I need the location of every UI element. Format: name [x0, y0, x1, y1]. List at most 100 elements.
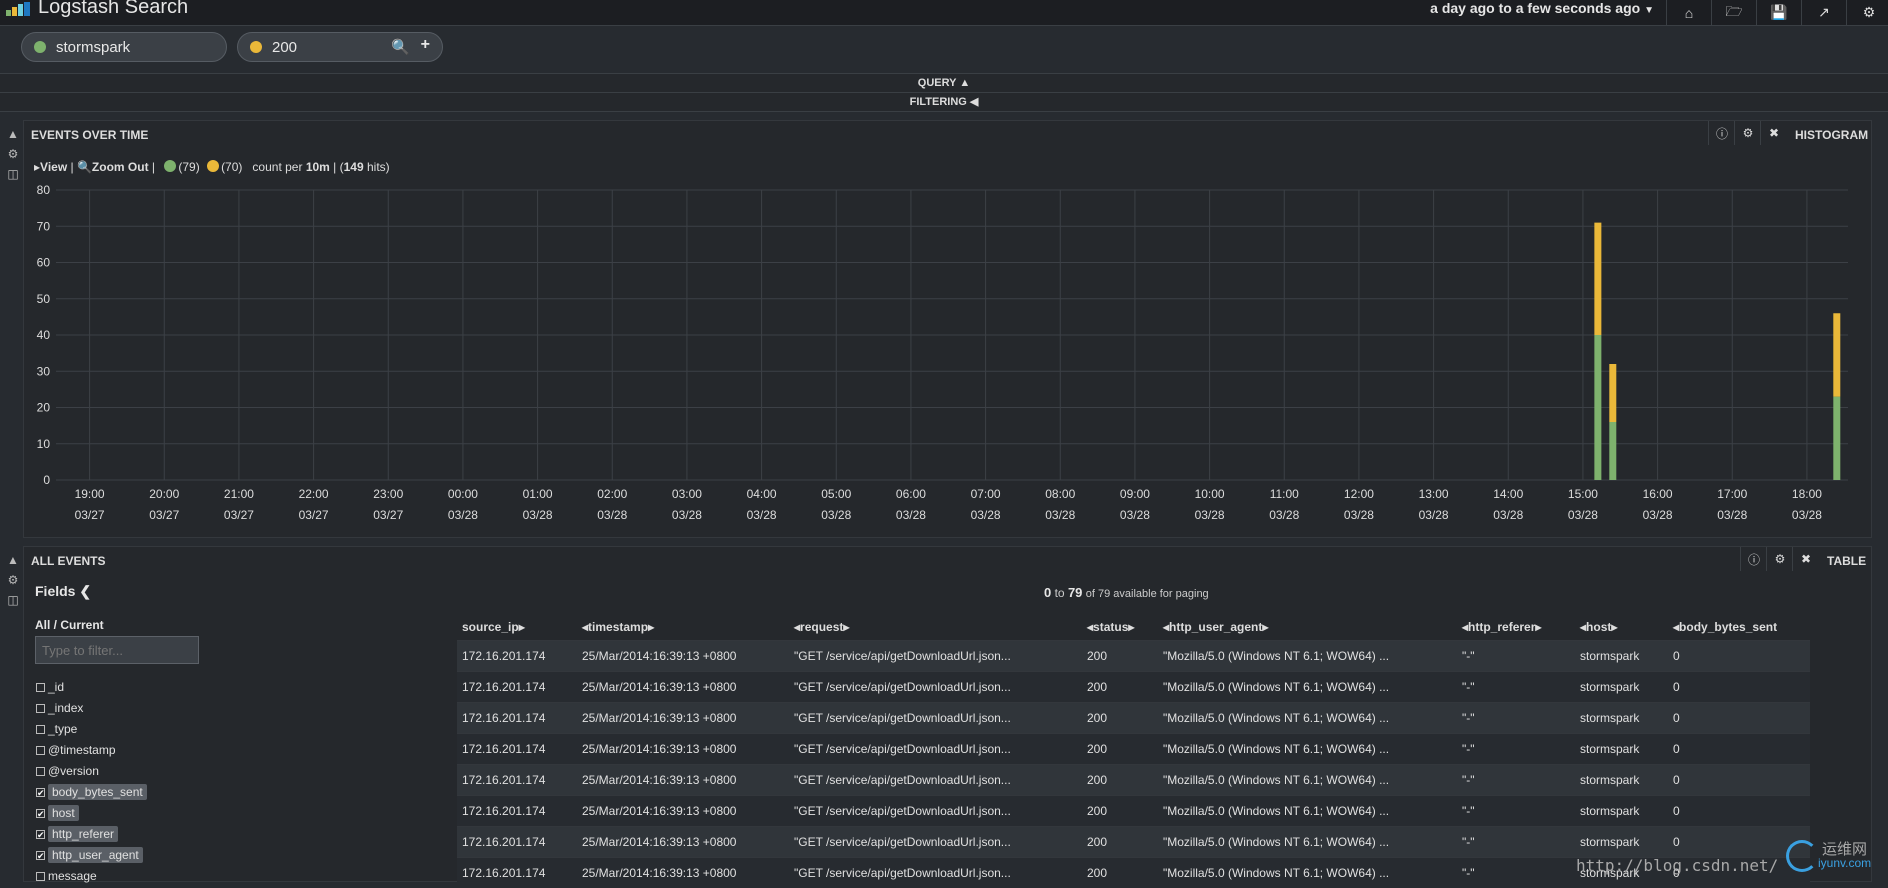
checkbox-checked-icon[interactable]: ✔ [36, 851, 45, 860]
x-tick-label: 13:00 [1419, 487, 1449, 501]
filtering-toggle[interactable]: FILTERING ◀ [0, 92, 1888, 112]
field-name[interactable]: _index [48, 701, 83, 715]
panel-settings-icon[interactable]: ⚙ [1766, 547, 1793, 571]
field-name[interactable]: http_referer [48, 826, 118, 842]
close-panel-icon[interactable]: ✖ [1760, 121, 1787, 145]
field-filter-input[interactable] [35, 636, 199, 664]
checkbox-icon[interactable] [36, 683, 45, 692]
move-right-icon[interactable]: ▸ [519, 620, 525, 634]
table-cell-request: "GET /service/api/getDownloadUrl.json... [789, 827, 1082, 858]
move-right-icon[interactable]: ▸ [1262, 620, 1268, 634]
move-right-icon[interactable]: ▸ [648, 620, 654, 634]
move-right-icon[interactable]: ▸ [1128, 620, 1134, 634]
query-pill-200[interactable]: 200 🔍 + [237, 32, 443, 62]
table-row[interactable]: 172.16.201.17425/Mar/2014:16:39:13 +0800… [457, 641, 1810, 672]
view-toggle[interactable]: ▸View [34, 160, 67, 174]
table-row[interactable]: 172.16.201.17425/Mar/2014:16:39:13 +0800… [457, 796, 1810, 827]
field-item[interactable]: _id [36, 677, 64, 697]
field-name[interactable]: body_bytes_sent [48, 784, 147, 800]
field-name[interactable]: _id [48, 680, 64, 694]
search-icon[interactable]: 🔍 [391, 38, 410, 56]
column-header-request[interactable]: ◂request▸ [789, 614, 1082, 641]
checkbox-checked-icon[interactable]: ✔ [36, 809, 45, 818]
time-range-picker[interactable]: a day ago to a few seconds ago ▼ [1430, 0, 1654, 16]
query-toggle[interactable]: QUERY ▲ [0, 73, 1888, 93]
gear-icon[interactable]: ⚙ [1846, 0, 1888, 25]
field-name[interactable]: message [48, 869, 97, 883]
table-cell-request: "GET /service/api/getDownloadUrl.json... [789, 703, 1082, 734]
field-name[interactable]: @timestamp [48, 743, 116, 757]
row-settings-icon[interactable]: ⚙ [6, 147, 20, 161]
column-header-host[interactable]: ◂host▸ [1575, 614, 1668, 641]
all-current-toggle[interactable]: All / Current [35, 618, 104, 632]
field-item[interactable]: _type [36, 719, 77, 739]
close-panel-icon[interactable]: ✖ [1792, 547, 1819, 571]
checkbox-icon[interactable] [36, 704, 45, 713]
x-tick-date-label: 03/28 [1269, 508, 1299, 522]
x-tick-date-label: 03/27 [149, 508, 179, 522]
column-header-timestamp[interactable]: ◂timestamp▸ [577, 614, 789, 641]
field-item[interactable]: @timestamp [36, 740, 116, 760]
field-name[interactable]: host [48, 805, 79, 821]
collapse-row-icon[interactable]: ▲ [6, 553, 20, 567]
fields-toggle[interactable]: Fields ❮ [35, 583, 91, 600]
table-row[interactable]: 172.16.201.17425/Mar/2014:16:39:13 +0800… [457, 672, 1810, 703]
move-right-icon[interactable]: ▸ [1535, 620, 1541, 634]
table-row[interactable]: 172.16.201.17425/Mar/2014:16:39:13 +0800… [457, 827, 1810, 858]
table-row[interactable]: 172.16.201.17425/Mar/2014:16:39:13 +0800… [457, 765, 1810, 796]
x-tick-label: 17:00 [1717, 487, 1747, 501]
table-cell-timestamp: 25/Mar/2014:16:39:13 +0800 [577, 672, 789, 703]
query-pill-stormspark[interactable]: stormspark [21, 32, 227, 62]
info-icon[interactable]: ⓘ [1740, 547, 1767, 571]
move-right-icon[interactable]: ▸ [1611, 620, 1617, 634]
checkbox-icon[interactable] [36, 872, 45, 881]
field-item[interactable]: _index [36, 698, 83, 718]
add-panel-icon[interactable]: ◫ [6, 593, 20, 607]
checkbox-checked-icon[interactable]: ✔ [36, 830, 45, 839]
x-tick-label: 05:00 [821, 487, 851, 501]
query-text: stormspark [56, 39, 130, 56]
interval-value[interactable]: 10m [306, 160, 330, 174]
field-name[interactable]: @version [48, 764, 99, 778]
save-icon[interactable]: 💾 [1756, 0, 1801, 25]
checkbox-icon[interactable] [36, 725, 45, 734]
query-color-dot[interactable] [34, 41, 46, 53]
field-item[interactable]: ✔http_referer [36, 824, 118, 844]
field-item[interactable]: message [36, 866, 97, 886]
legend-dot-200[interactable] [207, 160, 219, 172]
field-item[interactable]: @version [36, 761, 99, 781]
collapse-row-icon[interactable]: ▲ [6, 127, 20, 141]
checkbox-checked-icon[interactable]: ✔ [36, 788, 45, 797]
panel-settings-icon[interactable]: ⚙ [1734, 121, 1761, 145]
checkbox-icon[interactable] [36, 767, 45, 776]
table-row[interactable]: 172.16.201.17425/Mar/2014:16:39:13 +0800… [457, 703, 1810, 734]
folder-open-icon[interactable]: 🗁 [1711, 0, 1756, 25]
y-tick-label: 0 [43, 473, 50, 487]
field-item[interactable]: ✔host [36, 803, 79, 823]
add-query-icon[interactable]: + [421, 36, 430, 54]
zoom-out-button[interactable]: 🔍Zoom Out [77, 160, 149, 174]
add-panel-icon[interactable]: ◫ [6, 167, 20, 181]
table-row[interactable]: 172.16.201.17425/Mar/2014:16:39:13 +0800… [457, 734, 1810, 765]
row-settings-icon[interactable]: ⚙ [6, 573, 20, 587]
column-header-body-bytes-sent[interactable]: ◂body_bytes_sent [1668, 614, 1810, 641]
x-tick-label: 08:00 [1045, 487, 1075, 501]
x-tick-label: 04:00 [747, 487, 777, 501]
column-header-http-referer[interactable]: ◂http_referer▸ [1457, 614, 1575, 641]
field-name[interactable]: _type [48, 722, 77, 736]
field-item[interactable]: ✔http_user_agent [36, 845, 143, 865]
column-header-status[interactable]: ◂status▸ [1082, 614, 1158, 641]
y-tick-label: 60 [37, 256, 51, 270]
share-icon[interactable]: ↗ [1801, 0, 1846, 25]
field-item[interactable]: ✔body_bytes_sent [36, 782, 147, 802]
column-header-http-user-agent[interactable]: ◂http_user_agent▸ [1158, 614, 1457, 641]
legend-dot-stormspark[interactable] [164, 160, 176, 172]
info-icon[interactable]: ⓘ [1708, 121, 1735, 145]
column-header-source-ip[interactable]: source_ip▸ [457, 614, 577, 641]
checkbox-icon[interactable] [36, 746, 45, 755]
query-color-dot[interactable] [250, 41, 262, 53]
move-right-icon[interactable]: ▸ [843, 620, 849, 634]
field-name[interactable]: http_user_agent [48, 847, 143, 863]
home-icon[interactable]: ⌂ [1666, 0, 1711, 25]
table-cell-body-bytes-sent: 0 [1668, 641, 1810, 672]
